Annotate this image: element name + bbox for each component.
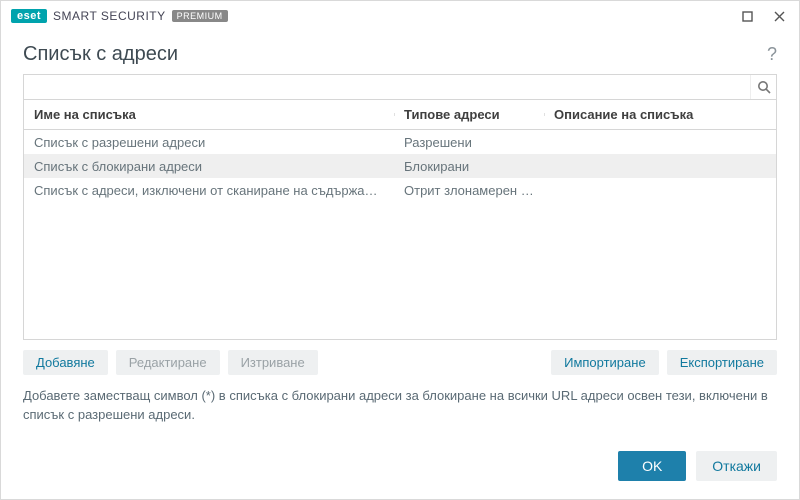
brand: eset SMART SECURITY PREMIUM (11, 9, 228, 23)
close-button[interactable] (765, 5, 793, 27)
toolbar-spacer (326, 350, 543, 375)
cell-types: Отрит злонамерен софт... (394, 183, 544, 198)
app-window: eset SMART SECURITY PREMIUM Списък с адр… (0, 0, 800, 500)
cell-name: Списък с адреси, изключени от сканиране … (24, 183, 394, 198)
address-list-table: Име на списъка Типове адреси Описание на… (23, 100, 777, 340)
search-icon (757, 80, 771, 94)
dialog-title: Списък с адреси (23, 43, 178, 66)
maximize-button[interactable] (733, 5, 761, 27)
toolbar: Добавяне Редактиране Изтриване Импортира… (1, 340, 799, 383)
export-button[interactable]: Експортиране (667, 350, 777, 375)
delete-button[interactable]: Изтриване (228, 350, 318, 375)
brand-edition: PREMIUM (172, 10, 228, 22)
add-button[interactable]: Добавяне (23, 350, 108, 375)
table-header: Име на списъка Типове адреси Описание на… (24, 100, 776, 130)
search-wrapper (23, 74, 777, 100)
hint-text: Добавете заместващ символ (*) в списъка … (1, 383, 799, 425)
cancel-button[interactable]: Откажи (696, 451, 777, 481)
search-input[interactable] (24, 75, 750, 99)
dialog-header: Списък с адреси ? (1, 31, 799, 74)
titlebar: eset SMART SECURITY PREMIUM (1, 1, 799, 31)
search-button[interactable] (750, 75, 776, 99)
table-row[interactable]: Списък с адреси, изключени от сканиране … (24, 178, 776, 202)
cell-types: Блокирани (394, 159, 544, 174)
maximize-icon (742, 11, 753, 22)
brand-badge: eset (11, 9, 47, 23)
table-body: Списък с разрешени адресиРазрешениСписък… (24, 130, 776, 339)
cell-types: Разрешени (394, 135, 544, 150)
cell-name: Списък с разрешени адреси (24, 135, 394, 150)
close-icon (774, 11, 785, 22)
table-row[interactable]: Списък с блокирани адресиБлокирани (24, 154, 776, 178)
col-name[interactable]: Име на списъка (24, 107, 394, 122)
table-row[interactable]: Списък с разрешени адресиРазрешени (24, 130, 776, 154)
edit-button[interactable]: Редактиране (116, 350, 220, 375)
window-controls (733, 5, 793, 27)
content-area: Име на списъка Типове адреси Описание на… (1, 74, 799, 340)
import-button[interactable]: Импортиране (551, 350, 659, 375)
ok-button[interactable]: OK (618, 451, 686, 481)
brand-name: SMART SECURITY (53, 9, 166, 23)
cell-name: Списък с блокирани адреси (24, 159, 394, 174)
help-button[interactable]: ? (767, 44, 777, 65)
dialog-footer: OK Откажи (1, 435, 799, 499)
col-desc[interactable]: Описание на списъка (544, 107, 776, 122)
col-types[interactable]: Типове адреси (394, 107, 544, 122)
